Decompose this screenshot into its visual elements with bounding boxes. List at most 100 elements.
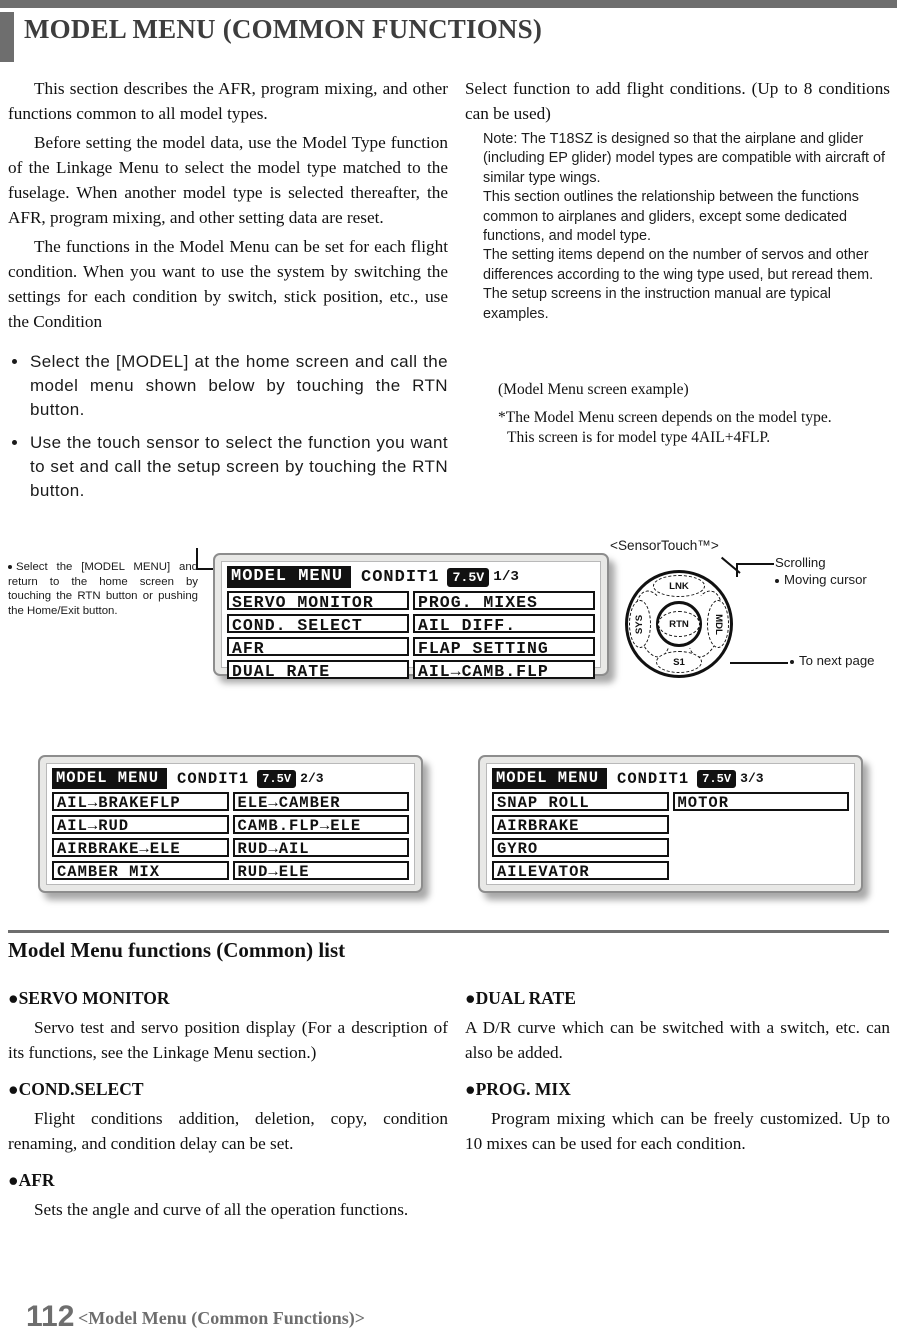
title-accent-bar — [0, 12, 14, 62]
menu-item-rud-to-ele[interactable]: RUD→ELE — [232, 861, 409, 880]
menu-item-rud-to-ail[interactable]: RUD→AIL — [232, 838, 409, 857]
lcd-page-indicator: 2/3 — [300, 771, 324, 786]
page-footer-label: <Model Menu (Common Functions)> — [78, 1308, 366, 1328]
menu-item-dual-rate[interactable]: DUAL RATE — [227, 660, 409, 679]
manual-page: MODEL MENU (COMMON FUNCTIONS) This secti… — [0, 0, 897, 1343]
sensor-touch-label: <SensorTouch™> — [610, 538, 719, 553]
intro-paragraph: Before setting the model data, use the M… — [8, 133, 448, 227]
function-name-servo-monitor: ●SERVO MONITOR — [8, 988, 170, 1008]
sensor-touch-dial[interactable]: LNK SYS MDL RTN S1 — [625, 570, 733, 678]
list-item: Select the [MODEL] at the home screen an… — [8, 350, 448, 422]
lcd-title: MODEL MENU — [227, 566, 352, 588]
dial-pad-lnk[interactable]: LNK — [653, 575, 705, 597]
dial-pad-rtn[interactable]: RTN — [658, 611, 700, 637]
dial-pad-s1[interactable]: S1 — [656, 651, 702, 673]
lcd-header: MODEL MENU CONDIT1 7.5V 3/3 — [492, 768, 849, 789]
function-desc-cond-select: Flight conditions addition, deletion, co… — [8, 1109, 448, 1153]
dial-pad-sys-label: SYS — [634, 614, 646, 634]
note-block: Note: The T18SZ is designed so that the … — [483, 130, 890, 324]
function-desc-servo-monitor: Servo test and servo position display (F… — [8, 1018, 448, 1062]
note-line: This section outlines the relationship b… — [483, 189, 859, 245]
lcd-menu-column-left: SNAP ROLL AIRBRAKE GYRO AILEVATOR — [492, 792, 669, 880]
bullet-dot — [8, 564, 12, 569]
caption-note-line1: *The Model Menu screen depends on the mo… — [498, 409, 832, 426]
menu-item-ail-to-brakeflp[interactable]: AIL→BRAKEFLP — [52, 792, 229, 811]
menu-item-cond-select[interactable]: COND. SELECT — [227, 614, 409, 633]
lcd-condition: CONDIT1 — [361, 567, 440, 587]
note-line: Note: The T18SZ is designed so that the … — [483, 131, 886, 186]
menu-item-empty — [673, 815, 850, 834]
menu-item-ail-to-rud[interactable]: AIL→RUD — [52, 815, 229, 834]
lcd-inner: MODEL MENU CONDIT1 7.5V 2/3 AIL→BRAKEFLP… — [46, 763, 415, 885]
dial-pad-sys[interactable]: SYS — [629, 600, 651, 648]
top-rule — [0, 0, 897, 8]
callout-leader-vertical — [196, 548, 198, 570]
menu-item-camber-mix[interactable]: CAMBER MIX — [52, 861, 229, 880]
menu-item-gyro[interactable]: GYRO — [492, 838, 669, 857]
page-number: 112 — [26, 1300, 75, 1333]
bullet-dot — [12, 440, 17, 445]
function-list-left-column: ●SERVO MONITOR Servo test and servo posi… — [8, 988, 448, 1236]
menu-item-ele-to-camber[interactable]: ELE→CAMBER — [232, 792, 409, 811]
function-name-afr: ●AFR — [8, 1170, 55, 1190]
lcd-menu-grid: SNAP ROLL AIRBRAKE GYRO AILEVATOR MOTOR — [492, 792, 849, 880]
lcd-screen-page-1: MODEL MENU CONDIT1 7.5V 1/3 SERVO MONITO… — [213, 553, 609, 679]
function-desc-afr: Sets the angle and curve of all the oper… — [34, 1200, 409, 1219]
list-item-label: Select the [MODEL] at the home screen an… — [30, 352, 448, 419]
intro-paragraph: This section describes the AFR, program … — [8, 79, 448, 123]
menu-item-ailevator[interactable]: AILEVATOR — [492, 861, 669, 880]
lcd-title: MODEL MENU — [492, 768, 608, 789]
function-list-right-column: ●DUAL RATE A D/R curve which can be swit… — [465, 988, 890, 1170]
function-desc-dual-rate: A D/R curve which can be switched with a… — [465, 1018, 890, 1062]
lcd-menu-column-right: MOTOR — [672, 792, 850, 880]
function-name-dual-rate: ●DUAL RATE — [465, 988, 576, 1008]
note-line: The setting items depend on the number o… — [483, 247, 874, 322]
function-desc-prog-mix: Program mixing which can be freely custo… — [465, 1109, 890, 1153]
menu-item-airbrake-to-ele[interactable]: AIRBRAKE→ELE — [52, 838, 229, 857]
menu-item-motor[interactable]: MOTOR — [672, 792, 849, 811]
lcd-title: MODEL MENU — [52, 768, 168, 789]
menu-item-airbrake[interactable]: AIRBRAKE — [492, 815, 669, 834]
lcd-menu-column-left: SERVO MONITOR COND. SELECT AFR DUAL RATE — [227, 591, 409, 679]
annotation-scrolling: Scrolling — [775, 555, 826, 570]
screen-example-caption: (Model Menu screen example) *The Model M… — [498, 381, 897, 448]
lcd-page-indicator: 1/3 — [493, 569, 519, 585]
intro-right-column: Select function to add flight conditions… — [465, 76, 890, 324]
bullet-dot — [775, 578, 779, 583]
dial-pad-mdl[interactable]: MDL — [707, 600, 729, 648]
lcd-menu-column-right: ELE→CAMBER CAMB.FLP→ELE RUD→AIL RUD→ELE — [232, 792, 409, 880]
annotation-moving-cursor-label: Moving cursor — [784, 572, 867, 587]
menu-item-ail-diff[interactable]: AIL DIFF. — [413, 614, 595, 633]
intro-left-column: This section describes the AFR, program … — [8, 76, 448, 512]
menu-item-flap-setting[interactable]: FLAP SETTING — [413, 637, 595, 656]
leader-next-page — [730, 662, 788, 664]
callout-model-menu-return: Select the [MODEL MENU] and return to th… — [8, 560, 198, 618]
battery-voltage-badge: 7.5V — [697, 769, 737, 788]
caption-example-label: (Model Menu screen example) — [498, 381, 689, 398]
intro-paragraph: The functions in the Model Menu can be s… — [8, 237, 448, 331]
annotation-next-page-label: To next page — [799, 653, 875, 668]
dial-pad-mdl-label: MDL — [712, 613, 724, 635]
callout-text: Select the [MODEL MENU] and return to th… — [8, 561, 198, 617]
instruction-bullets: Select the [MODEL] at the home screen an… — [8, 350, 448, 503]
lcd-screen-page-2: MODEL MENU CONDIT1 7.5V 2/3 AIL→BRAKEFLP… — [38, 755, 423, 893]
menu-item-afr[interactable]: AFR — [227, 637, 409, 656]
lcd-menu-grid: SERVO MONITOR COND. SELECT AFR DUAL RATE… — [227, 591, 595, 679]
lcd-menu-column-right: PROG. MIXES AIL DIFF. FLAP SETTING AIL→C… — [413, 591, 595, 679]
lcd-menu-column-left: AIL→BRAKEFLP AIL→RUD AIRBRAKE→ELE CAMBER… — [52, 792, 229, 880]
menu-item-camb-flp-to-ele[interactable]: CAMB.FLP→ELE — [232, 815, 409, 834]
lcd-condition: CONDIT1 — [177, 769, 250, 788]
list-item: Use the touch sensor to select the funct… — [8, 431, 448, 503]
lcd-page-indicator: 3/3 — [740, 771, 764, 786]
menu-item-snap-roll[interactable]: SNAP ROLL — [492, 792, 669, 811]
list-item-label: Use the touch sensor to select the funct… — [30, 433, 448, 500]
leader-scrolling-horizontal — [736, 563, 774, 565]
annotation-moving-cursor: Moving cursor — [775, 572, 867, 587]
bullet-dot — [12, 359, 17, 364]
menu-item-ail-to-camb-flp[interactable]: AIL→CAMB.FLP — [413, 660, 595, 679]
lcd-header: MODEL MENU CONDIT1 7.5V 1/3 — [227, 566, 595, 588]
menu-item-prog-mixes[interactable]: PROG. MIXES — [413, 591, 595, 610]
lcd-inner: MODEL MENU CONDIT1 7.5V 3/3 SNAP ROLL AI… — [486, 763, 855, 885]
lcd-menu-grid: AIL→BRAKEFLP AIL→RUD AIRBRAKE→ELE CAMBER… — [52, 792, 409, 880]
menu-item-servo-monitor[interactable]: SERVO MONITOR — [227, 591, 409, 610]
